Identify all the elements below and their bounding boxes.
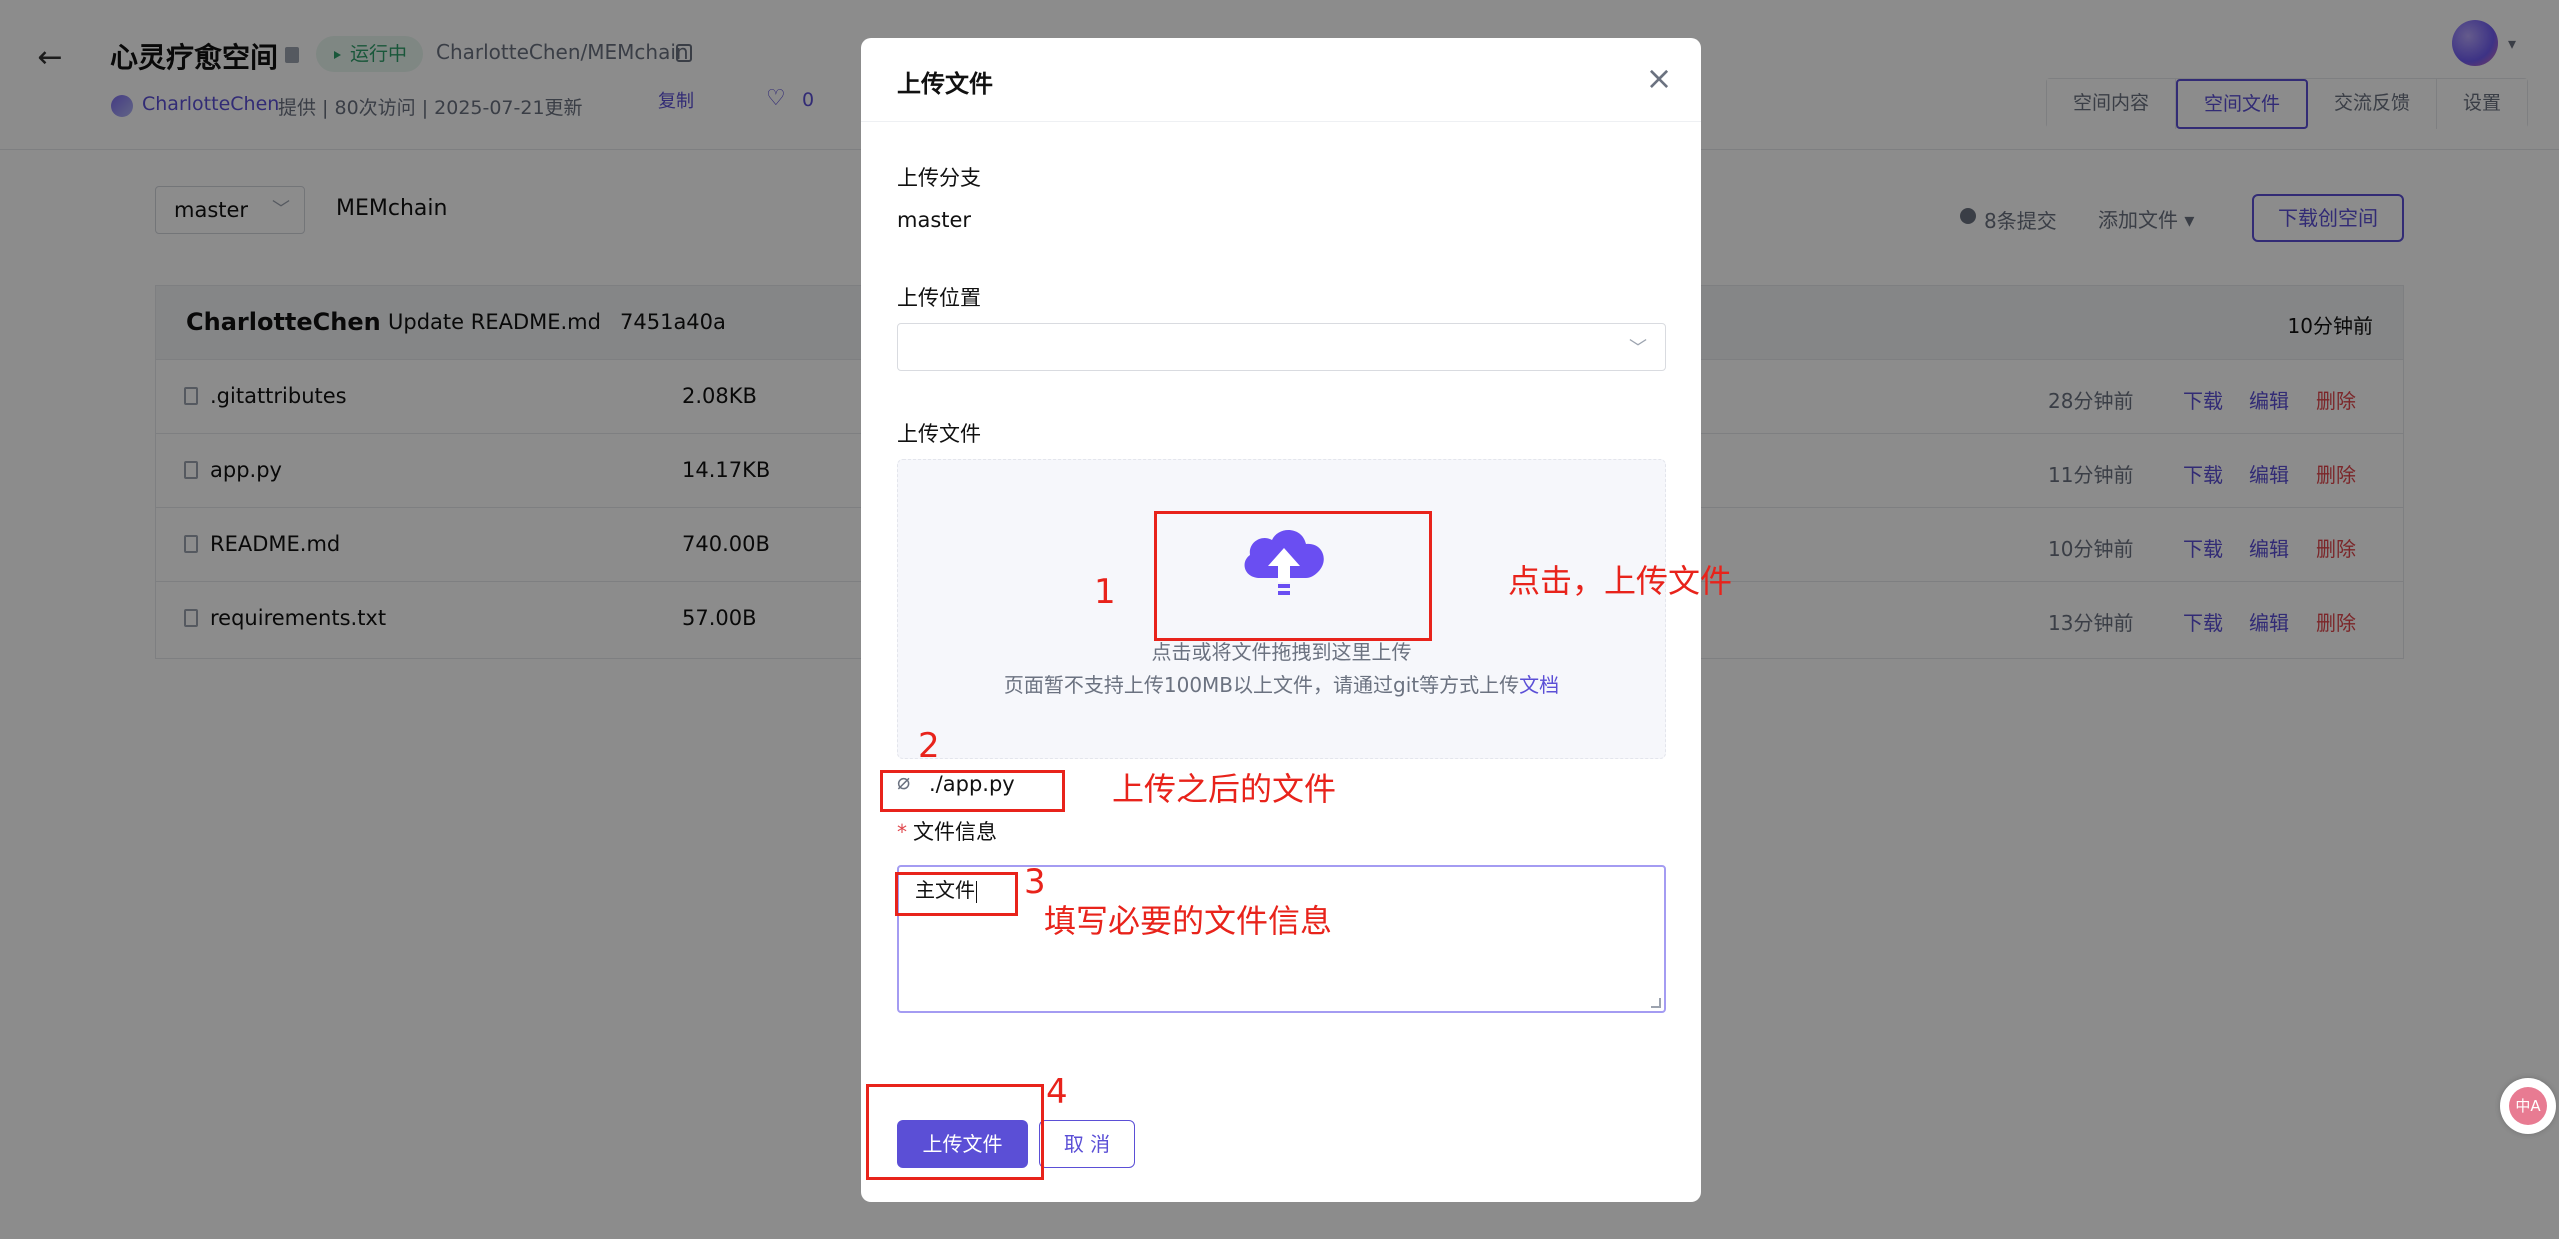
annotation-box-1 [1154,511,1432,641]
annotation-text-2: 上传之后的文件 [1112,770,1337,808]
close-icon[interactable]: × [1639,58,1679,98]
annotation-number-3: 3 [1024,862,1046,902]
file-label: 上传文件 [897,422,981,446]
dropzone-limit-text: 页面暂不支持上传100MB以上文件，请通过git等方式上传 [1003,673,1520,697]
dialog-header: 上传文件 × [861,38,1701,122]
info-label: 文件信息 [913,820,997,844]
dialog-title: 上传文件 [897,70,993,98]
dropzone-limit: 页面暂不支持上传100MB以上文件，请通过git等方式上传文档 [898,669,1665,698]
translate-icon: 中A [2509,1087,2547,1125]
annotation-text-3: 填写必要的文件信息 [1044,902,1333,940]
annotation-number-4: 4 [1046,1072,1068,1112]
annotation-number-2: 2 [918,726,940,766]
branch-value: master [897,208,972,232]
annotation-box-2 [880,770,1065,812]
branch-label: 上传分支 [897,166,981,190]
annotation-box-4 [866,1084,1044,1180]
location-select[interactable]: ﹀ [897,323,1666,371]
resize-handle-icon[interactable] [1651,998,1661,1008]
annotation-number-1: 1 [1094,572,1116,612]
location-label: 上传位置 [897,286,981,310]
annotation-text-1: 点击，上传文件 [1508,562,1733,600]
annotation-box-3 [895,872,1018,916]
cancel-button[interactable]: 取 消 [1039,1120,1135,1168]
translate-button[interactable]: 中A [2500,1078,2556,1134]
chevron-down-icon: ﹀ [1629,338,1647,359]
required-mark: * [897,820,907,844]
docs-link[interactable]: 文档 [1519,673,1559,697]
